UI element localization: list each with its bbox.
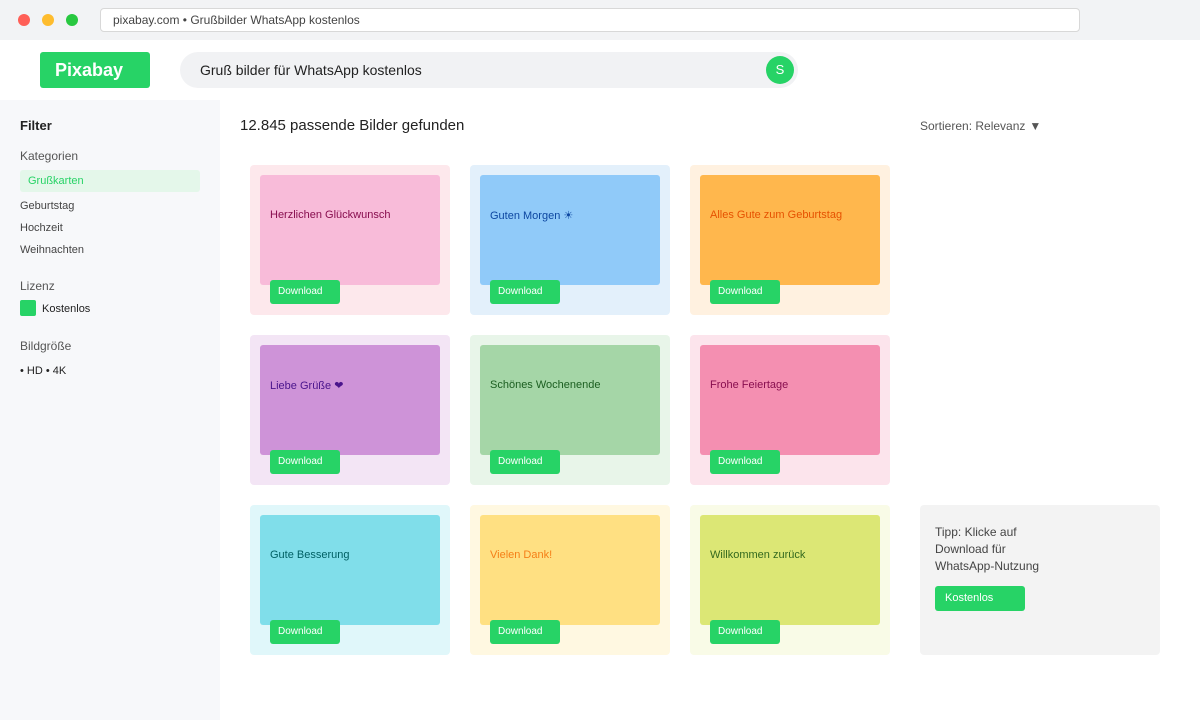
download-button[interactable]: Download	[270, 620, 340, 644]
card-thumbnail[interactable]: Schönes Wochenende	[480, 345, 660, 455]
site-header: Pixabay Gruß bilder für WhatsApp kostenl…	[0, 40, 1200, 100]
caret-down-icon: ▼	[1029, 119, 1042, 133]
download-button[interactable]: Download	[490, 620, 560, 644]
card-label: Herzlichen Glückwunsch	[270, 209, 391, 221]
card-thumbnail[interactable]: Vielen Dank!	[480, 515, 660, 625]
image-card[interactable]: Vielen Dank! Download	[470, 505, 670, 655]
search-bar[interactable]: Gruß bilder für WhatsApp kostenlos S	[180, 52, 798, 88]
image-card[interactable]: Frohe Feiertage Download	[690, 335, 890, 485]
sort-label: Sortieren: Relevanz	[920, 119, 1026, 133]
download-button[interactable]: Download	[490, 450, 560, 474]
search-button[interactable]: S	[766, 56, 794, 84]
close-window-icon[interactable]	[18, 14, 30, 26]
card-label: Vielen Dank!	[490, 549, 553, 561]
category-geburtstag[interactable]: Geburtstag	[20, 200, 74, 212]
card-label: Gute Besserung	[270, 549, 350, 561]
image-card[interactable]: Herzlichen Glückwunsch Download	[250, 165, 450, 315]
download-button[interactable]: Download	[710, 620, 780, 644]
license-heading: Lizenz	[20, 279, 55, 293]
download-button[interactable]: Download	[710, 450, 780, 474]
image-card[interactable]: Liebe Grüße ❤ Download	[250, 335, 450, 485]
browser-chrome: pixabay.com • Grußbilder WhatsApp kosten…	[0, 0, 1200, 40]
card-thumbnail[interactable]: Liebe Grüße ❤	[260, 345, 440, 455]
image-card[interactable]: Gute Besserung Download	[250, 505, 450, 655]
download-button[interactable]: Download	[270, 450, 340, 474]
license-checkbox[interactable]	[20, 300, 36, 316]
card-thumbnail[interactable]: Frohe Feiertage	[700, 345, 880, 455]
kostenlos-button[interactable]: Kostenlos	[935, 586, 1025, 611]
card-thumbnail[interactable]: Alles Gute zum Geburtstag	[700, 175, 880, 285]
tip-text: Tipp: Klicke auf Download für WhatsApp-N…	[935, 525, 1040, 573]
download-button[interactable]: Download	[710, 280, 780, 304]
minimize-window-icon[interactable]	[42, 14, 54, 26]
category-hochzeit[interactable]: Hochzeit	[20, 222, 63, 234]
image-card[interactable]: Willkommen zurück Download	[690, 505, 890, 655]
category-grusskarten[interactable]: Grußkarten	[20, 170, 200, 192]
maximize-window-icon[interactable]	[66, 14, 78, 26]
license-label[interactable]: Kostenlos	[42, 303, 90, 315]
pixabay-logo[interactable]: Pixabay	[40, 52, 150, 88]
results-count: 12.845 passende Bilder gefunden	[240, 117, 465, 134]
categories-heading: Kategorien	[20, 149, 79, 163]
tip-box: Tipp: Klicke auf Download für WhatsApp-N…	[920, 505, 1160, 655]
card-thumbnail[interactable]: Herzlichen Glückwunsch	[260, 175, 440, 285]
category-weihnachten[interactable]: Weihnachten	[20, 244, 84, 256]
card-label: Willkommen zurück	[710, 549, 806, 561]
card-thumbnail[interactable]: Gute Besserung	[260, 515, 440, 625]
size-heading: Bildgröße	[20, 339, 72, 353]
image-card[interactable]: Schönes Wochenende Download	[470, 335, 670, 485]
card-thumbnail[interactable]: Guten Morgen ☀	[480, 175, 660, 285]
download-button[interactable]: Download	[490, 280, 560, 304]
card-label: Liebe Grüße ❤	[270, 380, 344, 392]
filter-sidebar: Filter Kategorien Grußkarten Geburtstag …	[0, 100, 220, 720]
download-button[interactable]: Download	[270, 280, 340, 304]
image-card[interactable]: Alles Gute zum Geburtstag Download	[690, 165, 890, 315]
address-bar[interactable]: pixabay.com • Grußbilder WhatsApp kosten…	[100, 8, 1080, 32]
search-input[interactable]: Gruß bilder für WhatsApp kostenlos	[200, 52, 422, 88]
image-card[interactable]: Guten Morgen ☀ Download	[470, 165, 670, 315]
card-label: Schönes Wochenende	[490, 379, 601, 391]
card-label: Alles Gute zum Geburtstag	[710, 209, 843, 221]
card-label: Guten Morgen ☀	[490, 210, 574, 222]
filter-title: Filter	[20, 118, 52, 133]
size-options[interactable]: • HD • 4K	[20, 365, 66, 377]
card-label: Frohe Feiertage	[710, 379, 789, 391]
card-thumbnail[interactable]: Willkommen zurück	[700, 515, 880, 625]
sort-dropdown[interactable]: Sortieren: Relevanz ▼	[920, 119, 1041, 133]
